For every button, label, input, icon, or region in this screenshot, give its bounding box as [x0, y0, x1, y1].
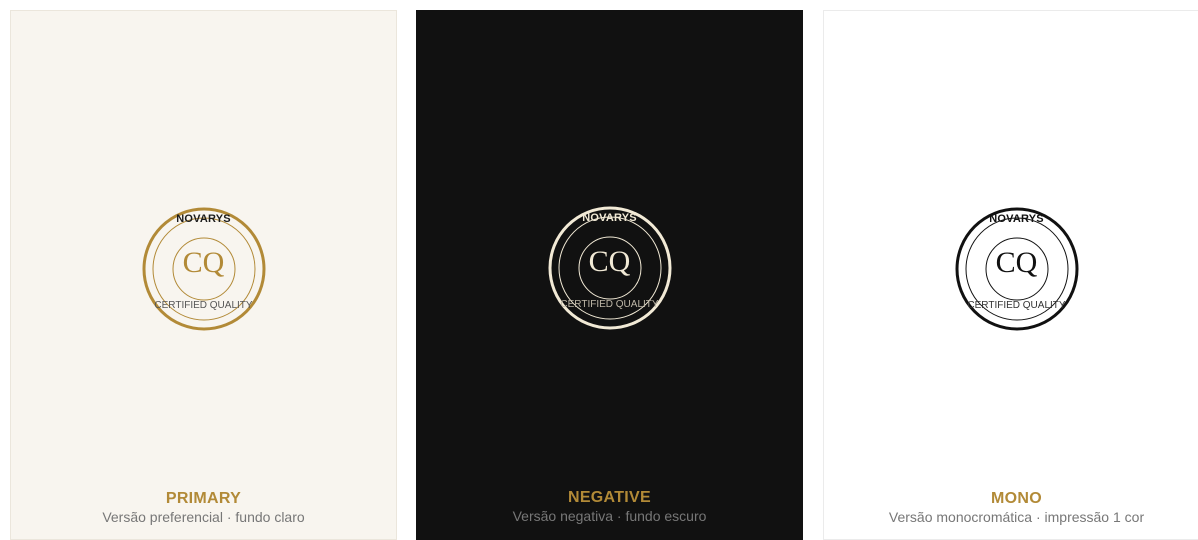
seal-brand-name: NOVARYS	[582, 212, 637, 224]
card-primary: NOVARYS CQ CERTIFIED QUALITY PRIMARY Ver…	[10, 10, 397, 540]
seal-monogram: CQ	[995, 246, 1038, 279]
seal-tagline: CERTIFIED QUALITY	[154, 300, 253, 311]
card-title: PRIMARY	[165, 490, 242, 507]
card-description: Versão monocromática · impressão 1 cor	[888, 509, 1145, 525]
card-description: Versão negativa · fundo escuro	[512, 508, 707, 524]
seal-primary: NOVARYS CQ CERTIFIED QUALITY	[141, 206, 267, 332]
seal-negative: NOVARYS CQ CERTIFIED QUALITY	[547, 205, 673, 331]
card-title: MONO	[991, 490, 1042, 507]
seal-tagline: CERTIFIED QUALITY	[967, 300, 1066, 311]
card-title: NEGATIVE	[567, 489, 651, 506]
seal-monogram: CQ	[588, 245, 631, 278]
card-negative: NOVARYS CQ CERTIFIED QUALITY NEGATIVE Ve…	[416, 10, 803, 540]
seal-mono: NOVARYS CQ CERTIFIED QUALITY	[954, 206, 1080, 332]
card-mono: NOVARYS CQ CERTIFIED QUALITY MONO Versão…	[823, 10, 1198, 540]
seal-monogram: CQ	[182, 246, 225, 279]
card-description: Versão preferencial · fundo claro	[102, 509, 305, 525]
seal-tagline: CERTIFIED QUALITY	[560, 299, 659, 310]
seal-brand-name: NOVARYS	[176, 213, 231, 225]
seal-brand-name: NOVARYS	[989, 213, 1044, 225]
logo-variations-grid: NOVARYS CQ CERTIFIED QUALITY PRIMARY Ver…	[0, 0, 1198, 540]
